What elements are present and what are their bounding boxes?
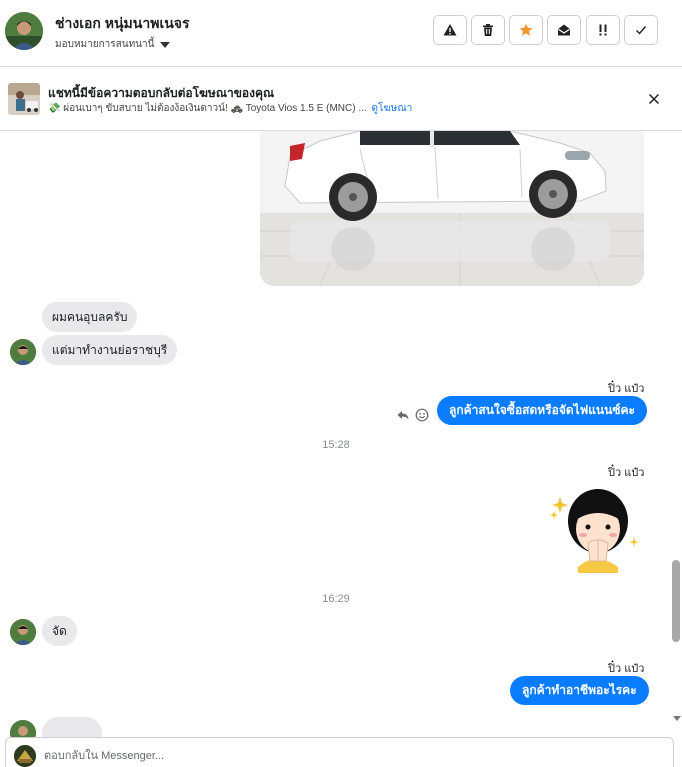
ad-thumbnail[interactable] xyxy=(8,83,40,115)
contact-avatar xyxy=(10,619,36,645)
close-banner-button[interactable] xyxy=(644,89,664,109)
outgoing-message[interactable]: ลูกค้าสนใจซื้อสดหรือจัดไฟแนนซ์คะ xyxy=(437,396,647,425)
ad-text: 💸 ผ่อนเบาๆ ขับสบาย ไม่ต้องง้อเงินดาวน์! … xyxy=(48,103,367,114)
conversation-header: ช่างเอก หนุ่มนาพเนจร มอบหมายการสนทนานี้ xyxy=(0,0,682,67)
priority-icon xyxy=(599,24,607,36)
star-icon xyxy=(519,23,533,36)
chevron-down-icon xyxy=(160,41,171,48)
assign-conversation-dropdown[interactable]: มอบหมายการสนทนานี้ xyxy=(55,37,171,52)
contact-avatar[interactable] xyxy=(5,12,43,50)
trash-icon xyxy=(483,24,493,36)
reply-composer xyxy=(5,737,674,767)
reply-input[interactable] xyxy=(44,744,644,767)
contact-name[interactable]: ช่างเอก หนุ่มนาพเนจร xyxy=(55,13,190,35)
timestamp: 16:29 xyxy=(322,593,350,605)
report-button[interactable] xyxy=(433,15,467,45)
timestamp: 15:28 xyxy=(322,439,350,451)
scrollbar-thumb[interactable] xyxy=(672,560,680,642)
warning-icon xyxy=(443,24,457,36)
car-photo-attachment[interactable] xyxy=(260,131,644,286)
incoming-message[interactable]: ผมคนอุบลครับ xyxy=(42,302,138,332)
delete-button[interactable] xyxy=(471,15,505,45)
incoming-message[interactable]: แต่มาทำงานย่อราชบุรี xyxy=(42,335,178,365)
scroll-down-arrow-icon[interactable] xyxy=(673,716,681,721)
mark-unread-button[interactable] xyxy=(547,15,581,45)
star-button[interactable] xyxy=(509,15,543,45)
contact-avatar xyxy=(10,339,36,365)
outgoing-message[interactable]: ลูกค้าทำอาชีพอะไรคะ xyxy=(510,676,649,705)
assign-label: มอบหมายการสนทนานี้ xyxy=(55,39,155,50)
sender-name: ปิ๋ว แป๋ว xyxy=(608,663,645,675)
mark-done-button[interactable] xyxy=(624,15,658,45)
sender-name: ปิ๋ว แป๋ว xyxy=(608,383,645,395)
sticker-girl-praying[interactable] xyxy=(548,481,642,573)
sender-name: ปิ๋ว แป๋ว xyxy=(608,467,645,479)
incoming-message[interactable]: จัด xyxy=(42,616,77,646)
ad-banner-subtitle: 💸 ผ่อนเบาๆ ขับสบาย ไม่ต้องง้อเงินดาวน์! … xyxy=(48,101,412,116)
page-avatar xyxy=(14,745,36,767)
close-icon xyxy=(648,93,660,105)
checkmark-icon xyxy=(636,26,647,35)
smiley-icon[interactable] xyxy=(415,408,429,422)
view-ad-link[interactable]: ดูโฆษณา xyxy=(371,103,412,114)
mail-open-icon xyxy=(558,24,570,36)
reply-icon[interactable] xyxy=(396,408,410,422)
priority-button[interactable] xyxy=(586,15,620,45)
incoming-message-partial xyxy=(42,717,102,737)
ad-reply-banner: แชทนี้มีข้อความตอบกลับต่อโฆษณาของคุณ 💸 ผ… xyxy=(0,67,682,131)
